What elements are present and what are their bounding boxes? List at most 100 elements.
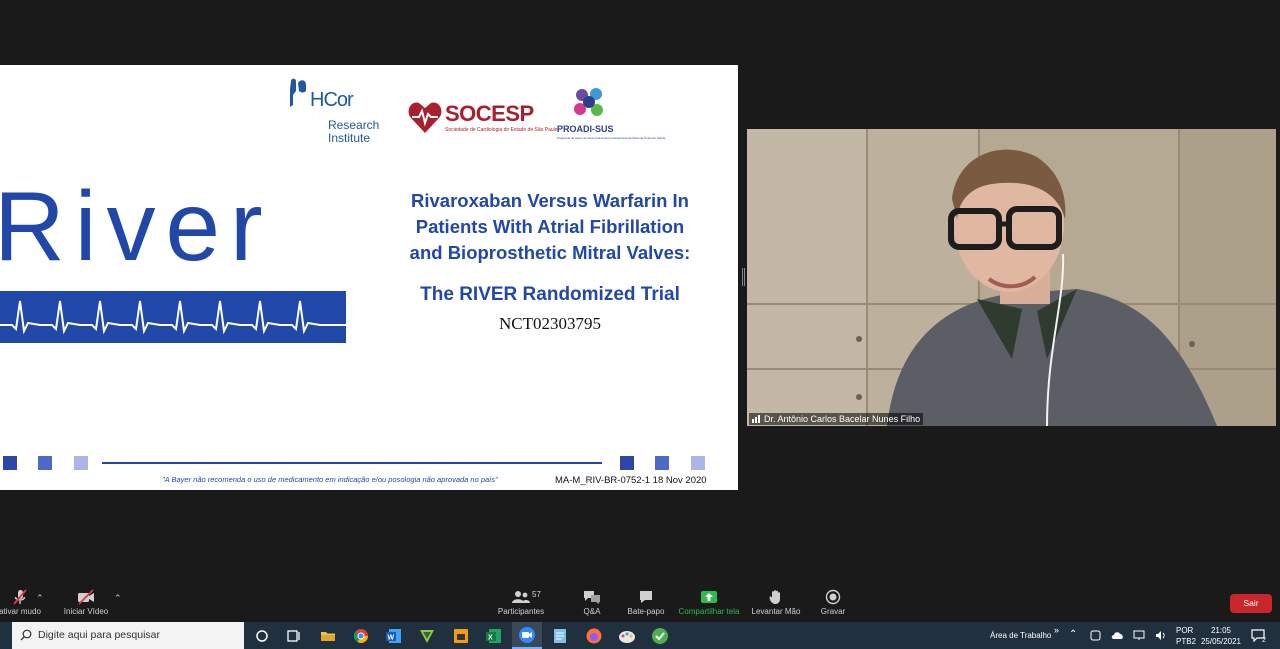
zoom-meeting-window: HCor Research Institute SOCESP Sociedade… — [0, 0, 1280, 649]
clock-time: 21:05 — [1210, 626, 1232, 635]
show-hidden-icons-icon[interactable]: ⌃ — [1069, 629, 1077, 640]
onedrive-icon[interactable] — [1111, 631, 1124, 640]
meet-now-icon[interactable] — [1090, 630, 1101, 641]
share-screen-icon — [701, 591, 717, 603]
start-video-button[interactable]: Iniciar Vídeo — [60, 589, 112, 619]
toolbar-expand-icon[interactable]: » — [1054, 625, 1059, 635]
participant-name: Dr. Antônio Carlos Bacelar Nunes Filho — [764, 414, 921, 424]
green-app-icon[interactable] — [650, 626, 670, 646]
zoom-taskbar-button[interactable] — [512, 622, 542, 649]
socesp-logo: SOCESP Sociedade de Cardiologia do Estad… — [408, 97, 558, 142]
input-language[interactable]: POR PTB2 — [1176, 625, 1196, 647]
slide-subtitle: The RIVER Randomized Trial — [420, 284, 680, 305]
qa-button[interactable]: Q&A — [576, 589, 608, 619]
taskbar-search-box[interactable]: Digite aqui para pesquisar — [12, 622, 244, 649]
windows-taskbar: Digite aqui para pesquisar W X Área de T… — [0, 622, 1280, 649]
ecg-trace-icon — [0, 300, 346, 335]
chat-button[interactable]: Bate-papo — [624, 589, 668, 619]
svg-text:X: X — [488, 635, 493, 642]
deco-square — [74, 456, 88, 470]
hcor-name: HCor — [310, 89, 354, 111]
socesp-subtitle: Sociedade de Cardiologia do Estado de Sã… — [445, 127, 558, 133]
start-video-label: Iniciar Vídeo — [63, 607, 109, 616]
raise-hand-label: Levantar Mão — [751, 607, 801, 616]
cortana-icon[interactable] — [252, 626, 272, 646]
notepad-icon[interactable] — [550, 626, 570, 646]
svg-text:W: W — [388, 635, 395, 642]
participants-icon-wrap: 57 — [496, 589, 546, 605]
layout-splitter-handle[interactable] — [742, 268, 745, 286]
firefox-icon[interactable] — [584, 626, 604, 646]
deco-square — [691, 456, 705, 470]
deco-square — [3, 456, 17, 470]
audio-options-caret-icon[interactable]: ⌃ — [36, 593, 44, 604]
video-options-caret-icon[interactable]: ⌃ — [114, 593, 122, 604]
network-icon[interactable] — [1133, 630, 1145, 641]
keyboard-layout: PTB2 — [1176, 637, 1197, 646]
proadi-subtitle: Programa de Apoio ao Desenvolvimento Ins… — [557, 136, 666, 140]
participant-name-tag: Dr. Antônio Carlos Bacelar Nunes Filho — [749, 413, 924, 426]
ppt-icon[interactable] — [451, 626, 471, 646]
chat-label: Bate-papo — [627, 607, 665, 616]
meeting-toolbar: ativar mudo ⌃ Iniciar Vídeo ⌃ 57 Partici… — [0, 585, 1280, 622]
zoom-icon — [519, 627, 535, 643]
hcor-emblem-icon — [290, 78, 306, 107]
clock[interactable]: 21:05 25/05/2021 — [1200, 625, 1242, 647]
participants-label: Participantes — [497, 607, 545, 616]
deco-square — [38, 456, 52, 470]
clock-date: 25/05/2021 — [1200, 637, 1242, 646]
share-screen-button[interactable]: Compartilhar tela — [676, 589, 742, 619]
record-label: Gravar — [820, 607, 846, 616]
speaker-video-frame — [747, 129, 1276, 426]
socesp-name: SOCESP — [445, 101, 534, 126]
start-button[interactable] — [0, 622, 12, 649]
excel-icon[interactable]: X — [484, 626, 504, 646]
language-code: POR — [1176, 626, 1194, 635]
record-button[interactable]: Gravar — [818, 589, 848, 619]
desktop-toolbar-label[interactable]: Área de Trabalho — [990, 631, 1051, 640]
river-logo-text: River — [0, 171, 273, 281]
leave-meeting-button[interactable]: Sair — [1230, 594, 1272, 613]
raise-hand-icon — [769, 590, 780, 604]
deco-divider — [102, 462, 602, 464]
title-line-3: and Bioprosthetic Mitral Valves: — [409, 242, 691, 263]
deco-square — [620, 456, 634, 470]
participants-button[interactable]: 57 Participantes — [496, 589, 546, 619]
winrar-icon[interactable] — [417, 626, 437, 646]
heart-ecg-icon — [408, 102, 442, 133]
title-line-2: Patients With Atrial Fibrillation — [415, 216, 685, 237]
paint-icon[interactable] — [617, 626, 637, 646]
slide-code: MA-M_RIV-BR-0752-1 18 Nov 2020 — [555, 475, 707, 486]
record-icon — [825, 589, 841, 605]
chat-icon — [640, 591, 652, 603]
slide-disclaimer: "A Bayer não recomenda o uso de medicame… — [162, 475, 498, 484]
task-view-icon[interactable] — [284, 626, 304, 646]
slide-title-block: Rivaroxaban Versus Warfarin In Patients … — [380, 188, 720, 334]
notification-count: 2 — [1262, 637, 1266, 644]
file-explorer-icon[interactable] — [318, 626, 338, 646]
hcor-subtitle: Research Institute — [328, 118, 380, 145]
ecg-banner — [0, 291, 346, 343]
qa-label: Q&A — [583, 607, 601, 616]
hcor-logo: HCor Research Institute — [288, 77, 383, 147]
proadi-sus-logo: PROADI-SUS Programa de Apoio ao Desenvol… — [556, 83, 665, 148]
raise-hand-button[interactable]: Levantar Mão — [750, 589, 802, 619]
deco-square — [655, 456, 669, 470]
unmute-label: ativar mudo — [0, 607, 41, 616]
participants-count: 57 — [532, 590, 541, 599]
muted-mic-icon — [13, 589, 27, 605]
word-icon[interactable]: W — [384, 626, 404, 646]
proadi-emblem-icon — [574, 88, 603, 116]
participants-icon — [512, 591, 530, 603]
proadi-name: PROADI-SUS — [557, 124, 614, 134]
search-placeholder: Digite aqui para pesquisar — [38, 629, 160, 641]
shared-slide: HCor Research Institute SOCESP Sociedade… — [0, 65, 738, 490]
signal-strength-icon — [752, 414, 761, 426]
chrome-icon[interactable] — [351, 626, 371, 646]
video-off-icon — [78, 589, 94, 605]
qa-icon — [584, 591, 600, 604]
share-screen-label: Compartilhar tela — [678, 607, 740, 616]
volume-icon[interactable] — [1155, 630, 1167, 641]
speaker-video-tile[interactable]: Dr. Antônio Carlos Bacelar Nunes Filho — [747, 129, 1276, 426]
search-icon — [20, 629, 32, 641]
